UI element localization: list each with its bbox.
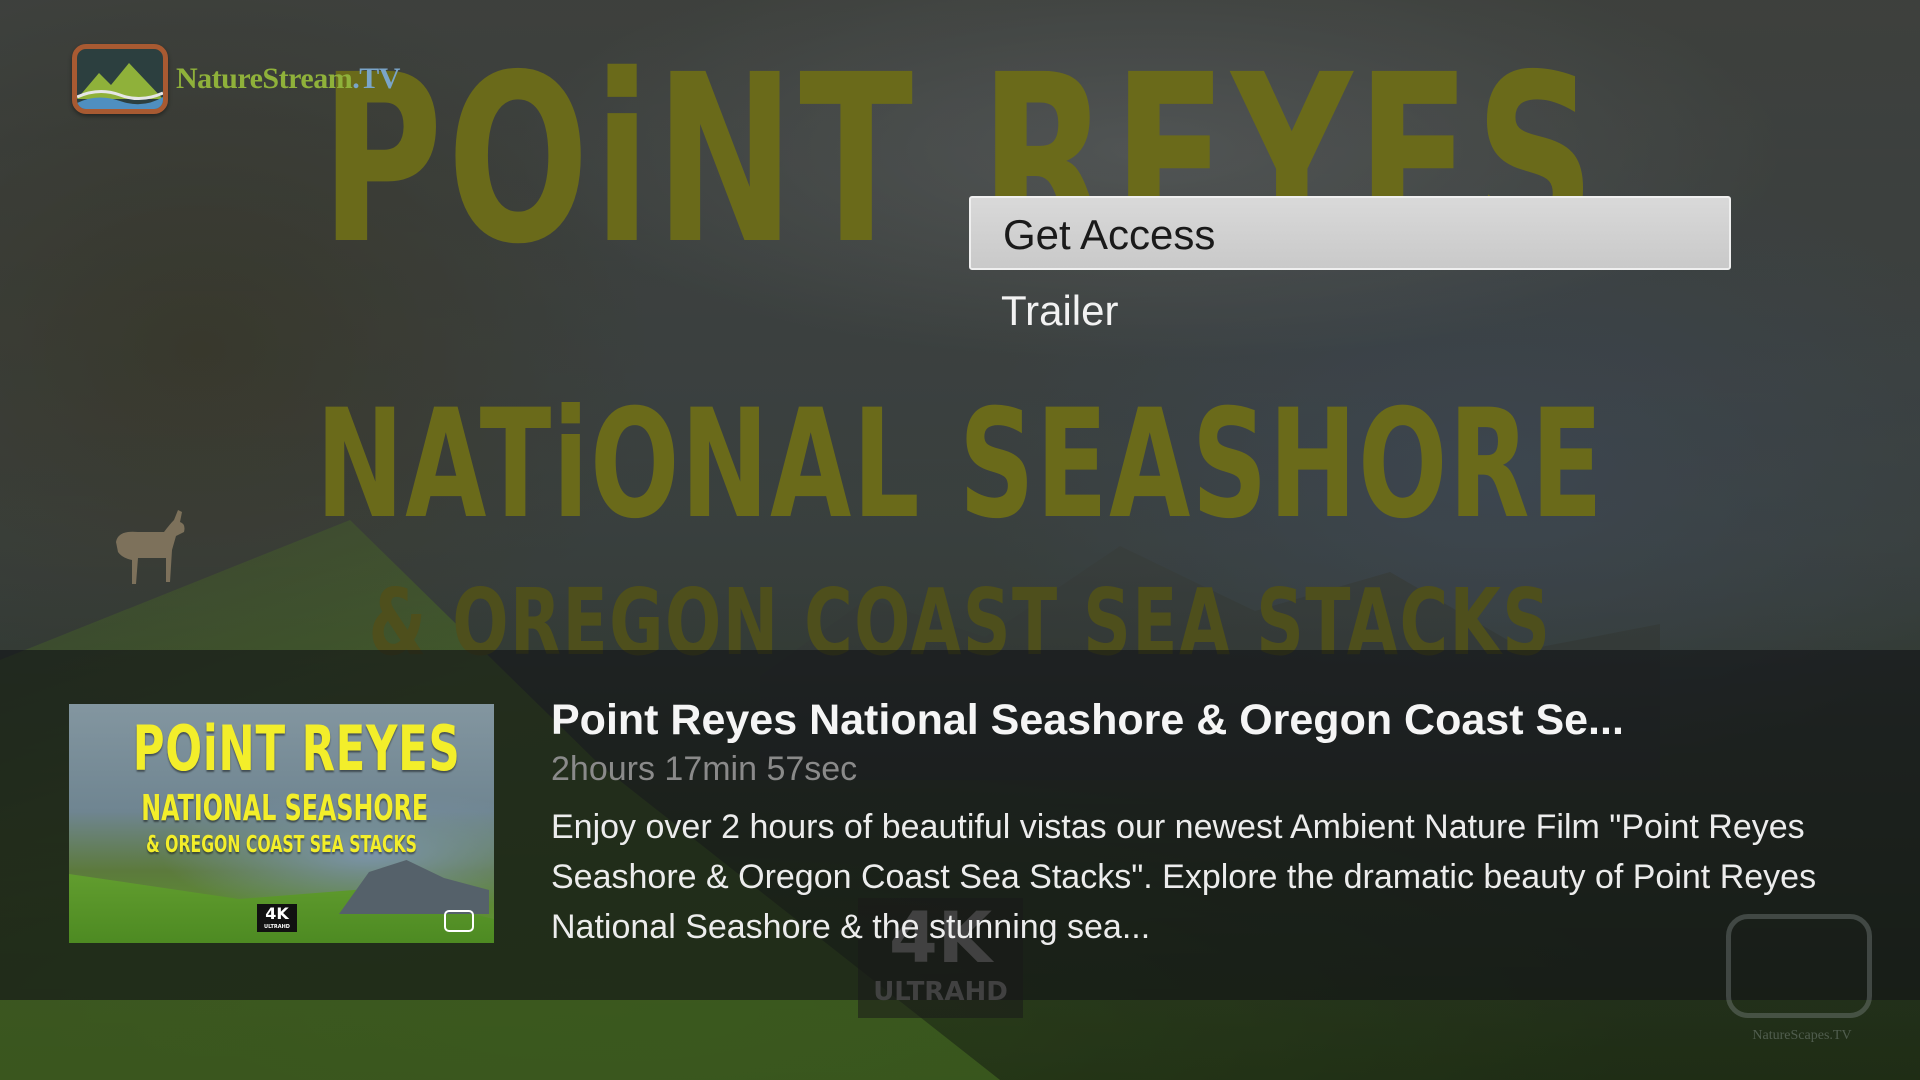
mountain-logo-icon [72, 44, 168, 114]
thumbnail-ultrahd-label: ULTRAHD [264, 924, 290, 930]
video-thumbnail: POiNT REYES NATIONAL SEASHORE & OREGON C… [69, 704, 494, 943]
logo-suffix: .TV [352, 62, 400, 95]
app-logo: NatureStream.TV [72, 44, 400, 114]
watermark-text: NatureScapes.TV [1752, 1028, 1852, 1043]
thumbnail-4k-label: 4K [265, 904, 289, 923]
video-info: Point Reyes National Seashore & Oregon C… [551, 692, 1851, 952]
logo-text: NatureStream.TV [176, 62, 400, 96]
get-access-button[interactable]: Get Access [969, 196, 1731, 270]
background-ultrahd-label: ULTRAHD [873, 977, 1008, 1007]
action-menu: Get Access Trailer [969, 196, 1731, 348]
logo-name: NatureStream [176, 62, 353, 95]
thumbnail-4k-badge: 4K ULTRAHD [257, 904, 297, 932]
video-title: Point Reyes National Seashore & Oregon C… [551, 696, 1624, 744]
thumbnail-title-line-3: & OREGON COAST SEA STACKS [146, 832, 417, 858]
watermark-logo-icon [1726, 914, 1872, 1018]
thumbnail-watermark-icon [444, 910, 474, 932]
elk-figure [116, 510, 185, 584]
thumbnail-title-line-2: NATIONAL SEASHORE [141, 788, 429, 829]
poster-title-line-2: NATiONAL SEASHORE [315, 378, 1605, 552]
thumbnail-title-line-1: POiNT REYES [132, 712, 461, 785]
screen: POiNT REYES NATiONAL SEASHORE & OREGON C… [0, 0, 1920, 1080]
trailer-button[interactable]: Trailer [969, 274, 1731, 348]
video-description: Enjoy over 2 hours of beautiful vistas o… [551, 808, 1817, 946]
video-duration: 2hours 17min 57sec [551, 750, 858, 788]
thumbnail-rock [339, 860, 489, 914]
